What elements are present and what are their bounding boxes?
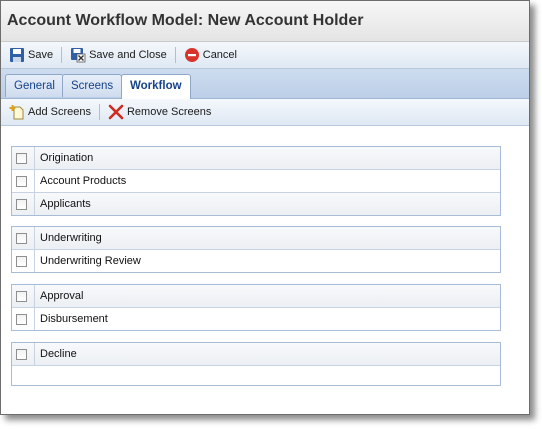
- list-item: Underwriting: [12, 227, 500, 250]
- workflow-group: Origination Account Products Applicants: [11, 146, 501, 216]
- add-screens-button[interactable]: Add Screens: [5, 102, 95, 122]
- workflow-group: Approval Disbursement: [11, 284, 501, 331]
- toolbar-separator: [61, 47, 63, 63]
- checkbox[interactable]: [16, 290, 27, 302]
- checkbox-cell: [12, 193, 35, 215]
- checkbox-cell: [12, 147, 35, 169]
- checkbox-cell: [12, 250, 35, 272]
- list-item: Approval: [12, 285, 500, 308]
- tab-workflow[interactable]: Workflow: [121, 74, 191, 99]
- item-label: Underwriting: [40, 232, 102, 244]
- list-item: Origination: [12, 147, 500, 170]
- item-label: Applicants: [40, 198, 91, 210]
- cancel-icon: [184, 47, 200, 63]
- save-and-close-button[interactable]: Save and Close: [66, 45, 171, 65]
- toolbar-separator: [98, 104, 100, 120]
- workflow-group: Underwriting Underwriting Review: [11, 226, 501, 273]
- window-title: Account Workflow Model: New Account Hold…: [1, 1, 529, 42]
- add-page-icon: [9, 104, 25, 120]
- item-label: Disbursement: [40, 313, 108, 325]
- floppy-disk-icon: [9, 47, 25, 63]
- cancel-button[interactable]: Cancel: [180, 45, 241, 65]
- item-label: Account Products: [40, 175, 127, 187]
- tab-bar: General Screens Workflow: [1, 69, 529, 99]
- item-label: Underwriting Review: [40, 255, 141, 267]
- checkbox-cell: [12, 343, 35, 365]
- list-item: Account Products: [12, 170, 500, 193]
- workflow-content: Origination Account Products Applicants …: [1, 126, 529, 411]
- save-button[interactable]: Save: [5, 45, 57, 65]
- checkbox[interactable]: [16, 313, 27, 325]
- workflow-group: Decline: [11, 342, 501, 386]
- cancel-label: Cancel: [202, 49, 237, 61]
- checkbox-cell: [12, 285, 35, 307]
- tab-general[interactable]: General: [5, 74, 64, 97]
- item-label: Origination: [40, 152, 94, 164]
- workflow-toolbar: Add Screens Remove Screens: [1, 99, 529, 126]
- remove-screens-label: Remove Screens: [126, 106, 212, 118]
- checkbox-cell: [12, 308, 35, 330]
- red-x-icon: [108, 104, 124, 120]
- checkbox[interactable]: [16, 255, 27, 267]
- save-and-close-label: Save and Close: [89, 49, 167, 61]
- checkbox[interactable]: [16, 175, 27, 187]
- workflow-window: Account Workflow Model: New Account Hold…: [0, 0, 530, 415]
- list-item: Disbursement: [12, 308, 500, 330]
- item-label: Decline: [40, 348, 77, 360]
- checkbox[interactable]: [16, 232, 27, 244]
- empty-drop-area: [12, 366, 500, 385]
- list-item: Underwriting Review: [12, 250, 500, 272]
- list-item: Decline: [12, 343, 500, 366]
- list-item: Applicants: [12, 193, 500, 215]
- checkbox[interactable]: [16, 348, 27, 360]
- save-label: Save: [28, 49, 54, 61]
- checkbox[interactable]: [16, 152, 27, 164]
- toolbar-separator: [174, 47, 176, 63]
- tab-screens[interactable]: Screens: [62, 74, 123, 97]
- main-toolbar: Save Save and Close Cancel: [1, 42, 529, 69]
- remove-screens-button[interactable]: Remove Screens: [104, 102, 215, 122]
- checkbox[interactable]: [16, 198, 27, 210]
- checkbox-cell: [12, 227, 35, 249]
- checkbox-cell: [12, 170, 35, 192]
- item-label: Approval: [40, 290, 84, 302]
- add-screens-label: Add Screens: [28, 106, 91, 118]
- save-close-icon: [70, 47, 86, 63]
